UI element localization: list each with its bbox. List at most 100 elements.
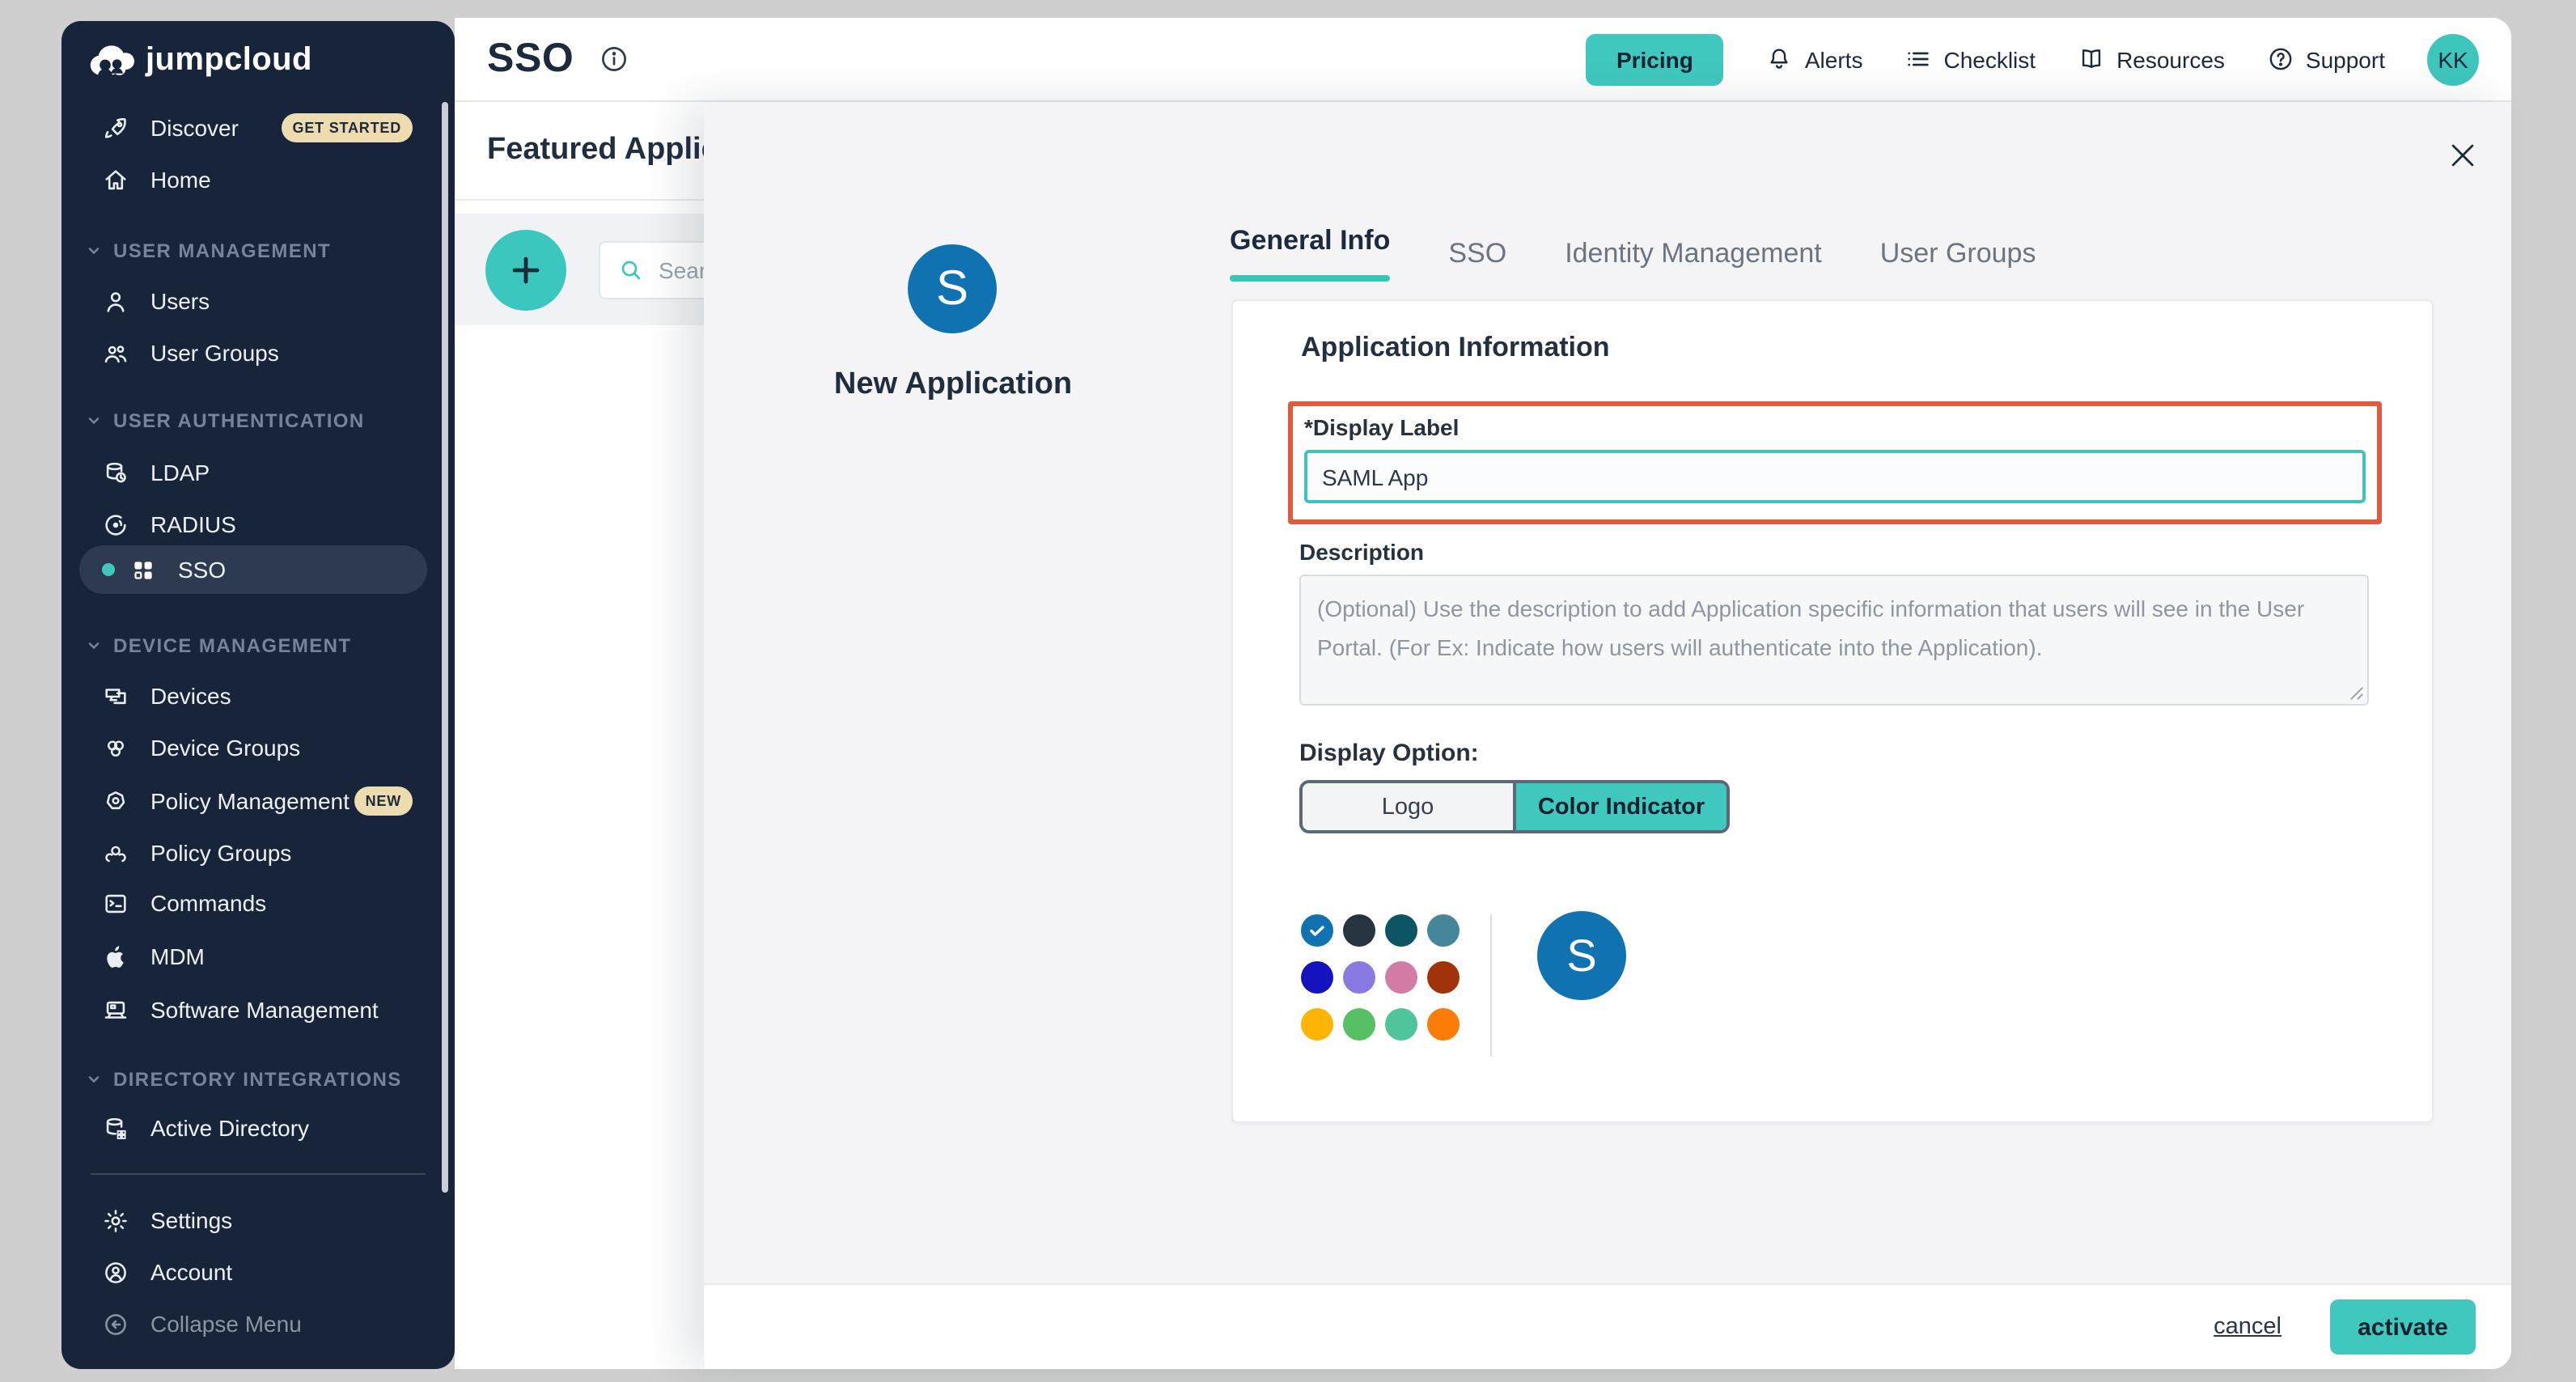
software-icon — [102, 996, 129, 1024]
tab-identity-management[interactable]: Identity Management — [1565, 225, 1822, 282]
sidebar-item-home[interactable]: Home — [61, 155, 455, 204]
display-label-label: *Display Label — [1304, 414, 1459, 440]
apple-icon — [102, 943, 129, 970]
app-grid-icon — [129, 556, 157, 583]
display-option-label: Display Option: — [1299, 740, 1479, 767]
color-indicator-preview: S — [1537, 911, 1626, 1000]
sidebar-section-user-management[interactable]: USER MANAGEMENT — [61, 230, 455, 272]
user-avatar[interactable]: KK — [2427, 33, 2479, 85]
color-swatch[interactable] — [1343, 914, 1375, 947]
color-swatch[interactable] — [1301, 1008, 1333, 1041]
sidebar-scrollbar[interactable] — [442, 102, 448, 1193]
chevron-down-icon — [86, 638, 102, 654]
jumpcloud-logo: jumpcloud — [89, 42, 312, 79]
color-swatch[interactable] — [1427, 1008, 1460, 1041]
close-icon[interactable] — [2445, 138, 2481, 173]
terminal-icon — [102, 889, 129, 917]
app-window: jumpcloud Discover GET STARTED Home USER… — [0, 0, 2576, 1382]
home-icon — [102, 166, 129, 193]
tab-general-info[interactable]: General Info — [1230, 225, 1390, 282]
policy-groups-icon — [102, 839, 129, 867]
sidebar-item-mdm[interactable]: MDM — [61, 932, 455, 981]
color-swatch[interactable] — [1385, 1008, 1417, 1041]
add-application-button[interactable] — [485, 230, 566, 311]
color-indicator-option-button[interactable]: Color Indicator — [1513, 783, 1727, 830]
sidebar: jumpcloud Discover GET STARTED Home USER… — [61, 21, 455, 1369]
info-icon[interactable] — [598, 44, 629, 74]
account-icon — [102, 1258, 129, 1286]
policy-icon — [102, 787, 129, 815]
sidebar-item-account[interactable]: Account — [61, 1248, 455, 1296]
color-swatch[interactable] — [1301, 961, 1333, 994]
sidebar-item-ldap[interactable]: LDAP — [61, 448, 455, 497]
display-label-highlight: *Display Label — [1288, 401, 2382, 524]
sidebar-section-user-authentication[interactable]: USER AUTHENTICATION — [61, 400, 455, 442]
devices-icon — [102, 682, 129, 710]
sidebar-item-discover[interactable]: Discover GET STARTED — [61, 104, 455, 152]
tab-sso[interactable]: SSO — [1448, 225, 1506, 282]
pricing-button[interactable]: Pricing — [1586, 33, 1724, 85]
application-information-card: Application Information *Display Label D… — [1231, 299, 2434, 1123]
checklist-icon — [1904, 45, 1932, 73]
activate-button[interactable]: activate — [2330, 1299, 2476, 1354]
chevron-down-icon — [86, 243, 102, 259]
display-label-input[interactable] — [1304, 450, 2366, 503]
sidebar-item-collapse-menu[interactable]: Collapse Menu — [61, 1299, 455, 1348]
sidebar-section-directory-integrations[interactable]: DIRECTORY INTEGRATIONS — [61, 1058, 455, 1100]
color-swatch-grid — [1301, 914, 1479, 1041]
database-icon — [102, 459, 129, 486]
color-swatch[interactable] — [1427, 961, 1460, 994]
get-started-badge: GET STARTED — [282, 113, 413, 142]
book-icon — [2078, 45, 2105, 73]
sidebar-item-user-groups[interactable]: User Groups — [61, 329, 455, 377]
sidebar-item-policy-groups[interactable]: Policy Groups — [61, 829, 455, 877]
sidebar-item-active-directory[interactable]: Active Directory — [61, 1104, 455, 1152]
rocket-icon — [102, 114, 129, 142]
sidebar-item-devices[interactable]: Devices — [61, 672, 455, 720]
color-swatch[interactable] — [1427, 914, 1460, 947]
color-swatch[interactable] — [1343, 1008, 1375, 1041]
sidebar-item-settings[interactable]: Settings — [61, 1196, 455, 1244]
tab-user-groups[interactable]: User Groups — [1880, 225, 2036, 282]
sidebar-item-policy-management[interactable]: Policy Management NEW — [61, 777, 455, 825]
plus-icon — [506, 251, 545, 290]
collapse-icon — [102, 1310, 129, 1337]
modal-footer: cancel activate — [704, 1283, 2511, 1369]
description-textarea[interactable] — [1299, 574, 2369, 706]
sidebar-item-commands[interactable]: Commands — [61, 879, 455, 927]
venn-icon — [102, 734, 129, 761]
search-icon — [618, 257, 644, 283]
card-heading: Application Information — [1301, 332, 1610, 364]
display-option-toggle: Logo Color Indicator — [1299, 780, 1730, 833]
chevron-down-icon — [86, 413, 102, 429]
alerts-button[interactable]: Alerts — [1766, 45, 1863, 73]
color-swatch[interactable] — [1385, 914, 1417, 947]
sidebar-divider — [91, 1173, 426, 1175]
resources-button[interactable]: Resources — [2078, 45, 2225, 73]
sidebar-item-users[interactable]: Users — [61, 277, 455, 325]
sidebar-item-sso-active[interactable]: SSO — [79, 545, 427, 594]
support-button[interactable]: Support — [2267, 45, 2385, 73]
color-swatch[interactable] — [1343, 961, 1375, 994]
color-swatch[interactable] — [1385, 961, 1417, 994]
checklist-button[interactable]: Checklist — [1904, 45, 2036, 73]
swatch-preview-divider — [1490, 914, 1492, 1057]
sidebar-item-label: Home — [150, 167, 211, 193]
description-field — [1299, 574, 2369, 706]
bell-icon — [1766, 45, 1794, 73]
top-header: SSO Pricing Alerts Checklist Resources S… — [455, 18, 2511, 102]
color-swatch-selected[interactable] — [1301, 914, 1333, 947]
cloud-logo-icon — [89, 45, 134, 76]
logo-wordmark: jumpcloud — [146, 42, 312, 79]
sidebar-item-radius[interactable]: RADIUS — [61, 500, 455, 549]
cancel-button[interactable]: cancel — [2214, 1314, 2282, 1340]
sidebar-item-software-management[interactable]: Software Management — [61, 986, 455, 1034]
sidebar-section-device-management[interactable]: DEVICE MANAGEMENT — [61, 625, 455, 667]
logo-option-button[interactable]: Logo — [1303, 783, 1513, 830]
sidebar-item-device-groups[interactable]: Device Groups — [61, 723, 455, 772]
resize-handle-icon[interactable] — [2349, 686, 2364, 701]
directory-icon — [102, 1114, 129, 1142]
user-icon — [102, 287, 129, 315]
gear-icon — [102, 1206, 129, 1234]
check-icon — [1301, 914, 1333, 947]
